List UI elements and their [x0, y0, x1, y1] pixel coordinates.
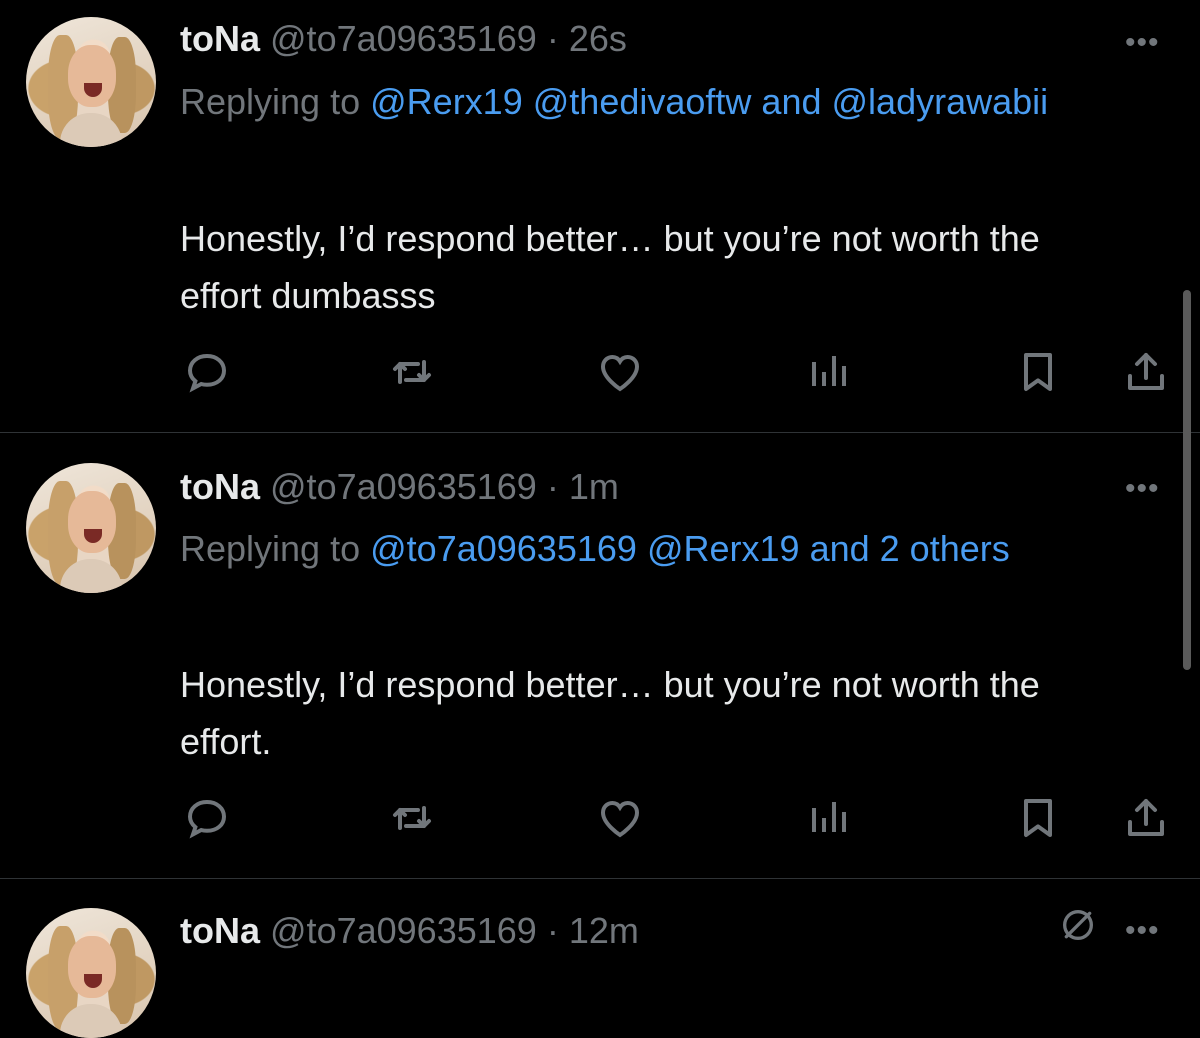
divider	[0, 878, 1200, 879]
share-icon[interactable]	[1122, 794, 1170, 842]
more-icon[interactable]: •••	[1125, 26, 1160, 60]
retweet-icon[interactable]	[388, 794, 436, 842]
tweet-header: toNa @to7a09635169 · 12m	[180, 910, 639, 952]
timestamp[interactable]: 1m	[569, 466, 619, 507]
action-bar	[0, 794, 1200, 842]
avatar[interactable]	[26, 908, 156, 1038]
mention-link[interactable]: @Rerx19	[370, 81, 523, 122]
slash-circle-icon[interactable]	[1058, 905, 1098, 945]
display-name[interactable]: toNa	[180, 466, 260, 507]
separator: ·	[546, 18, 559, 59]
mention-link[interactable]: @ladyrawabii	[832, 81, 1049, 122]
analytics-icon[interactable]	[804, 348, 852, 396]
mention-link[interactable]: @to7a09635169	[370, 528, 637, 569]
more-icon[interactable]: •••	[1125, 472, 1160, 506]
mention-others[interactable]: and 2	[810, 528, 900, 569]
avatar[interactable]	[26, 463, 156, 593]
separator: ·	[546, 466, 559, 507]
mention-link[interactable]: @thedivaoftw	[533, 81, 752, 122]
handle[interactable]: @to7a09635169	[270, 466, 537, 507]
tweet-header: toNa @to7a09635169 · 26s	[180, 18, 627, 60]
mention-link[interactable]: @Rerx19	[647, 528, 800, 569]
tweet-text: Honestly, I’d respond better… but you’re…	[180, 664, 1040, 762]
display-name[interactable]: toNa	[180, 910, 260, 951]
divider	[0, 432, 1200, 433]
bookmark-icon[interactable]	[1014, 348, 1062, 396]
heart-icon[interactable]	[596, 348, 644, 396]
retweet-icon[interactable]	[388, 348, 436, 396]
bookmark-icon[interactable]	[1014, 794, 1062, 842]
display-name[interactable]: toNa	[180, 18, 260, 59]
timestamp[interactable]: 26s	[569, 18, 627, 59]
avatar[interactable]	[26, 17, 156, 147]
timestamp[interactable]: 12m	[569, 910, 639, 951]
more-icon[interactable]: •••	[1125, 914, 1160, 948]
mention-others[interactable]: others	[910, 528, 1010, 569]
heart-icon[interactable]	[596, 794, 644, 842]
tweet-header: toNa @to7a09635169 · 1m	[180, 466, 619, 508]
tweet-text: Honestly, I’d respond better… but you’re…	[180, 218, 1040, 316]
separator: ·	[546, 910, 559, 951]
reply-icon[interactable]	[183, 348, 231, 396]
handle[interactable]: @to7a09635169	[270, 910, 537, 951]
scrollbar[interactable]	[1183, 290, 1191, 670]
replying-to: Replying to @Rerx19 @thedivaoftw and @la…	[180, 81, 1049, 122]
analytics-icon[interactable]	[804, 794, 852, 842]
replying-to: Replying to @to7a09635169 @Rerx19 and 2 …	[180, 528, 1010, 569]
mention-and: and	[761, 81, 822, 122]
handle[interactable]: @to7a09635169	[270, 18, 537, 59]
share-icon[interactable]	[1122, 348, 1170, 396]
action-bar	[0, 348, 1200, 396]
reply-icon[interactable]	[183, 794, 231, 842]
